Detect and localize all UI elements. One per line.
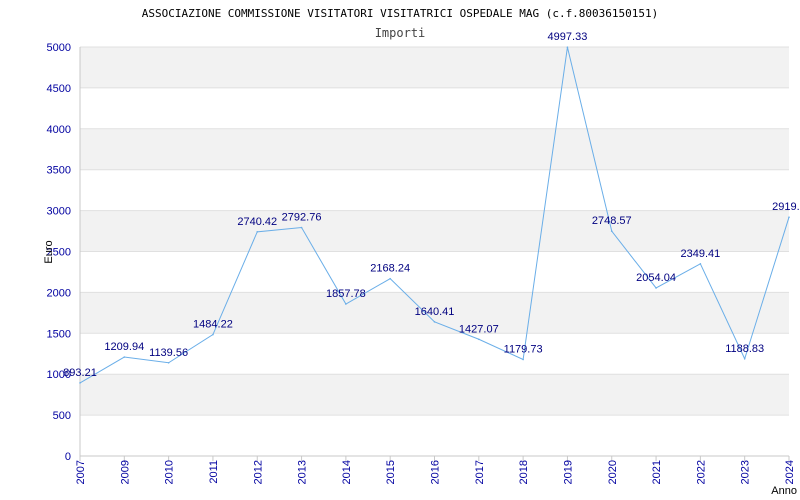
x-tick-label: 2019	[562, 460, 574, 484]
x-tick-labels: 2007 2009 2010 2011 2012 2013 2014 2015 2016 2017…	[75, 460, 796, 484]
x-axis-label: Anno	[771, 485, 797, 497]
x-tick-label: 2013	[297, 460, 309, 484]
x-tick-label: 2022	[695, 460, 707, 484]
data-point	[522, 358, 524, 361]
y-tick-label: 4000	[47, 124, 71, 136]
data-label: 4997.33	[548, 31, 588, 43]
data-label: 2919.3	[772, 201, 800, 213]
x-tick-label: 2021	[651, 460, 663, 484]
line-chart: 0500100015002000250030003500400045005000…	[43, 7, 800, 497]
grid-band	[80, 47, 789, 88]
grid-band	[80, 210, 789, 252]
data-label: 2792.76	[282, 212, 322, 224]
x-tick-label: 2020	[607, 460, 619, 484]
x-tick-label: 2011	[208, 460, 220, 484]
x-tick-label: 2009	[119, 460, 131, 484]
grid-band	[80, 87, 789, 129]
x-tick-label: 2015	[385, 460, 397, 484]
y-tick-label: 2000	[47, 287, 71, 299]
x-tick-label: 2024	[784, 460, 796, 484]
data-label: 2748.57	[592, 215, 632, 227]
x-tick-label: 2012	[252, 460, 264, 484]
data-label: 2349.41	[680, 248, 720, 260]
data-point	[167, 361, 170, 364]
grid-band	[80, 415, 789, 456]
data-point	[300, 226, 303, 229]
x-tick-label: 2018	[518, 460, 530, 484]
data-label: 2168.24	[370, 263, 410, 275]
x-tick-label: 2017	[474, 460, 486, 484]
data-point	[256, 231, 259, 233]
data-point	[478, 338, 480, 341]
data-label: 2740.42	[237, 216, 277, 228]
data-point	[123, 356, 126, 358]
data-label: 1179.73	[504, 343, 543, 355]
y-tick-label: 3000	[47, 206, 71, 218]
x-tick-label: 2014	[341, 460, 353, 484]
data-label: 2054.04	[636, 272, 676, 284]
data-point	[389, 277, 391, 280]
data-label: 1427.07	[459, 323, 499, 335]
data-label: 1139.56	[149, 347, 188, 359]
y-axis-label: Euro	[43, 240, 55, 263]
chart-subtitle: Importi	[375, 26, 426, 40]
chart-container: 0 500 1000 1500 2000 2500 3000 3500 4000 4500 5000…	[0, 0, 800, 500]
data-point	[212, 333, 214, 336]
y-tick-label: 5000	[47, 42, 71, 54]
data-point	[788, 216, 790, 219]
y-tick-label: 4500	[47, 83, 71, 95]
grid-band	[80, 128, 789, 170]
y-tick-label: 1500	[47, 328, 71, 340]
x-tick-label: 2016	[430, 460, 442, 484]
y-tick-label: 500	[53, 410, 71, 422]
data-point	[655, 287, 657, 289]
x-tick-label: 2007	[75, 460, 87, 484]
data-point	[566, 46, 569, 49]
x-tick-label: 2023	[740, 460, 752, 484]
data-point	[699, 263, 702, 265]
data-point	[743, 357, 746, 360]
data-point	[79, 382, 81, 384]
data-label: 1484.22	[193, 319, 233, 331]
y-tick-label: 0	[65, 451, 71, 463]
data-label: 1209.94	[104, 341, 144, 353]
grid-band	[80, 374, 789, 416]
data-label: 893.21	[63, 367, 97, 379]
data-label: 1640.41	[415, 306, 455, 318]
grid-band	[80, 169, 789, 211]
data-label: 1188.83	[725, 343, 764, 355]
data-label: 1857.78	[326, 288, 366, 300]
data-point	[345, 303, 347, 305]
y-tick-label: 3500	[47, 165, 71, 177]
data-point	[610, 230, 613, 232]
x-tick-label: 2010	[164, 460, 176, 484]
chart-title: ASSOCIAZIONE COMMISSIONE VISITATORI VISI…	[142, 7, 659, 20]
data-point	[433, 321, 436, 323]
